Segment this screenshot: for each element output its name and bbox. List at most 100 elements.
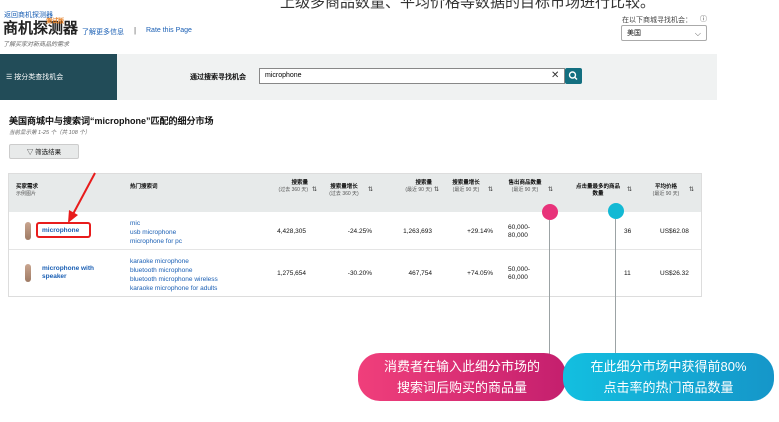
filter-button-label: 筛选结果 xyxy=(35,149,62,156)
col-avg-price-label: 平均价格 xyxy=(654,184,677,190)
search-input[interactable] xyxy=(259,68,565,84)
header-separator: | xyxy=(134,26,137,35)
annotation-line: 消费者在输入此细分市场的 xyxy=(383,359,540,374)
term-link[interactable]: karaoke microphone xyxy=(130,257,218,266)
col-top-clicked[interactable]: 点击量最多的商品数量 xyxy=(574,184,622,198)
units: 50,000- 60,000 xyxy=(508,266,530,282)
sort-icon[interactable]: ⇅ xyxy=(548,186,553,193)
sort-icon[interactable]: ⇅ xyxy=(434,186,439,193)
col-growth[interactable]: 搜索量增长 (过去 360 天) xyxy=(320,184,368,198)
growth-90: +74.05% xyxy=(467,270,493,277)
term-link[interactable]: usb microphone xyxy=(130,228,182,237)
col-avg-price-sub: (最近 90 天) xyxy=(652,191,680,197)
sort-icon[interactable]: ⇅ xyxy=(368,186,373,193)
marketplace-value: 美国 xyxy=(627,30,641,37)
col-growth-90-sub: (最近 90 天) xyxy=(452,187,480,193)
top-clicked: 11 xyxy=(624,270,631,277)
sort-icon[interactable]: ⇅ xyxy=(312,186,317,193)
top-clicked-marker-dot xyxy=(608,203,624,219)
sort-icon[interactable]: ⇅ xyxy=(689,186,694,193)
marketplace-select[interactable]: 美国 ⌵ xyxy=(621,25,707,41)
col-units-label: 售出商品数量 xyxy=(508,180,542,186)
volume: 1,275,654 xyxy=(277,270,306,277)
marketplace-label: 在以下商城寻找机会： xyxy=(622,17,692,24)
units-marker-dot xyxy=(542,204,558,220)
category-button-label: 按分类查找机会 xyxy=(14,74,64,81)
units: 60,000- 80,000 xyxy=(508,224,530,240)
col-demand-sub: 示例图片 xyxy=(16,191,37,197)
col-volume-90-sub: (最近 90 天) xyxy=(405,187,432,193)
col-demand-label: 买家需求 xyxy=(16,184,39,190)
search-label: 通过搜索寻找机会 xyxy=(190,74,246,81)
units-annotation-bubble: 消费者在输入此细分市场的 搜索词后购买的商品量 xyxy=(358,353,566,401)
demand-link-line: microphone with xyxy=(42,265,94,272)
filter-button[interactable]: ▽ 筛选结果 xyxy=(9,144,79,159)
volume-90: 467,754 xyxy=(408,270,433,277)
col-avg-price[interactable]: 平均价格 (最近 90 天) xyxy=(646,184,686,198)
col-volume-label: 搜索量 xyxy=(291,180,308,186)
chevron-down-icon: ⌵ xyxy=(694,29,701,38)
top-clicked: 36 xyxy=(624,228,632,235)
annotation-line: 点击率的热门商品数量 xyxy=(603,380,734,395)
beta-badge: 测试版 xyxy=(46,19,65,25)
top-terms: karaoke microphone bluetooth microphone … xyxy=(130,257,218,293)
growth: -30.20% xyxy=(347,270,372,277)
col-volume-sub: (过去 360 天) xyxy=(278,187,308,193)
col-top-terms: 热门搜索词 xyxy=(130,184,158,191)
top-caption: 上级多商品数量、平均价格等数据的目标市场进行比较。 xyxy=(280,0,656,11)
sort-icon[interactable]: ⇅ xyxy=(627,186,632,193)
units-to: 80,000 xyxy=(508,232,528,239)
volume: 4,428,305 xyxy=(277,228,306,235)
red-arrow xyxy=(68,172,96,223)
search-button[interactable] xyxy=(565,68,582,84)
sort-icon[interactable]: ⇅ xyxy=(488,186,493,193)
filter-icon: ▽ xyxy=(26,149,34,156)
results-count: 当前显示第 1-25 个（共 108 个） xyxy=(9,130,91,136)
app-subtitle: 了解买家对新商品的需求 xyxy=(3,42,70,48)
cyan-leader-line xyxy=(615,219,616,355)
col-volume-90[interactable]: 搜索量 (最近 90 天) xyxy=(388,180,432,194)
annotation-line: 搜索词后购买的商品量 xyxy=(396,380,527,395)
row-divider xyxy=(9,249,701,250)
learn-more-link[interactable]: 了解更多信息 xyxy=(82,27,124,37)
units-to: 60,000 xyxy=(508,274,528,281)
page-title: 美国商城中与搜索词“microphone”匹配的细分市场 xyxy=(9,116,214,126)
units-from: 60,000- xyxy=(508,224,531,231)
term-link[interactable]: mic xyxy=(130,219,182,228)
term-link[interactable]: karaoke microphone for adults xyxy=(130,284,218,293)
pink-leader-line xyxy=(549,220,550,355)
search-icon xyxy=(568,71,578,80)
demand-link[interactable]: microphone with speaker xyxy=(42,265,94,281)
clear-icon[interactable]: ✕ xyxy=(551,68,559,84)
term-link[interactable]: microphone for pc xyxy=(130,237,182,246)
col-top-terms-label: 热门搜索词 xyxy=(130,184,158,190)
col-units-sub: (最近 90 天) xyxy=(511,187,539,193)
volume-90: 1,263,693 xyxy=(403,228,432,235)
col-units[interactable]: 售出商品数量 (最近 90 天) xyxy=(505,180,545,194)
term-link[interactable]: bluetooth microphone wireless xyxy=(130,275,218,284)
avg-price: US$26.32 xyxy=(660,270,689,277)
col-growth-90-label: 搜索量增长 xyxy=(452,180,480,186)
category-button[interactable]: ☰ 按分类查找机会 xyxy=(6,72,63,82)
demand-link-line: speaker xyxy=(42,273,67,280)
annotation-line: 在此细分市场中获得前80% xyxy=(590,359,747,374)
term-link[interactable]: bluetooth microphone xyxy=(130,266,218,275)
col-growth-sub: (过去 360 天) xyxy=(329,191,359,197)
app-logo: 商机探测器 xyxy=(3,20,79,37)
avg-price: US$62.08 xyxy=(660,228,689,235)
col-volume-90-label: 搜索量 xyxy=(415,180,432,186)
col-top-clicked-label: 点击量最多的商品数量 xyxy=(575,184,620,197)
product-image[interactable] xyxy=(25,264,31,282)
top-clicked-annotation-bubble: 在此细分市场中获得前80% 点击率的热门商品数量 xyxy=(563,353,774,401)
top-terms: mic usb microphone microphone for pc xyxy=(130,219,182,246)
rate-page-link[interactable]: Rate this Page xyxy=(146,27,192,34)
col-growth-label: 搜索量增长 xyxy=(330,184,358,190)
col-growth-90[interactable]: 搜索量增长 (最近 90 天) xyxy=(446,180,486,194)
col-demand[interactable]: 买家需求 示例图片 xyxy=(16,184,38,198)
col-volume[interactable]: 搜索量 (过去 360 天) xyxy=(262,180,308,194)
growth: -24.25% xyxy=(347,228,372,235)
product-image[interactable] xyxy=(25,222,31,240)
units-from: 50,000- xyxy=(508,266,531,273)
help-icon[interactable]: ⓘ xyxy=(700,14,707,24)
hamburger-icon: ☰ xyxy=(6,74,13,81)
